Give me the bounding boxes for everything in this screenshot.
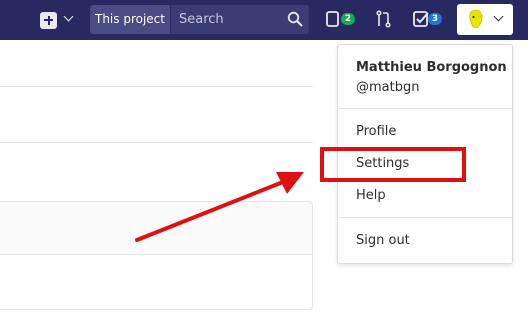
plus-icon xyxy=(40,11,57,29)
page-divider xyxy=(0,142,313,143)
chevron-down-icon xyxy=(63,11,74,22)
merge-requests-button[interactable] xyxy=(374,9,394,29)
settings-highlight-box xyxy=(320,147,466,182)
search-scope-label[interactable]: This project xyxy=(90,5,170,34)
todo-check-icon xyxy=(413,11,429,27)
menu-item-help[interactable]: Help xyxy=(356,188,386,203)
merge-request-icon xyxy=(376,10,391,28)
issues-icon xyxy=(326,11,339,27)
menu-item-profile[interactable]: Profile xyxy=(356,124,396,139)
top-navbar: This project 2 3 xyxy=(0,0,528,40)
new-dropdown-button[interactable] xyxy=(40,9,76,31)
menu-divider xyxy=(338,108,512,109)
chevron-down-icon xyxy=(493,11,504,22)
todos-count-badge: 3 xyxy=(428,13,442,25)
menu-item-sign-out[interactable]: Sign out xyxy=(356,233,410,248)
content-panel xyxy=(0,201,313,310)
page-divider xyxy=(0,86,313,87)
search-box[interactable] xyxy=(170,5,309,34)
avatar xyxy=(469,9,483,29)
search-input[interactable] xyxy=(179,5,284,34)
user-menu-toggle[interactable] xyxy=(457,4,513,35)
menu-divider xyxy=(338,217,512,218)
user-handle: @matbgn xyxy=(356,80,420,95)
todos-button[interactable]: 3 xyxy=(413,9,447,29)
user-full-name: Matthieu Borgognon xyxy=(356,60,507,75)
issues-count-badge: 2 xyxy=(341,13,355,25)
content-panel-header xyxy=(0,202,312,255)
search-icon xyxy=(287,11,303,27)
issues-button[interactable]: 2 xyxy=(326,9,360,29)
